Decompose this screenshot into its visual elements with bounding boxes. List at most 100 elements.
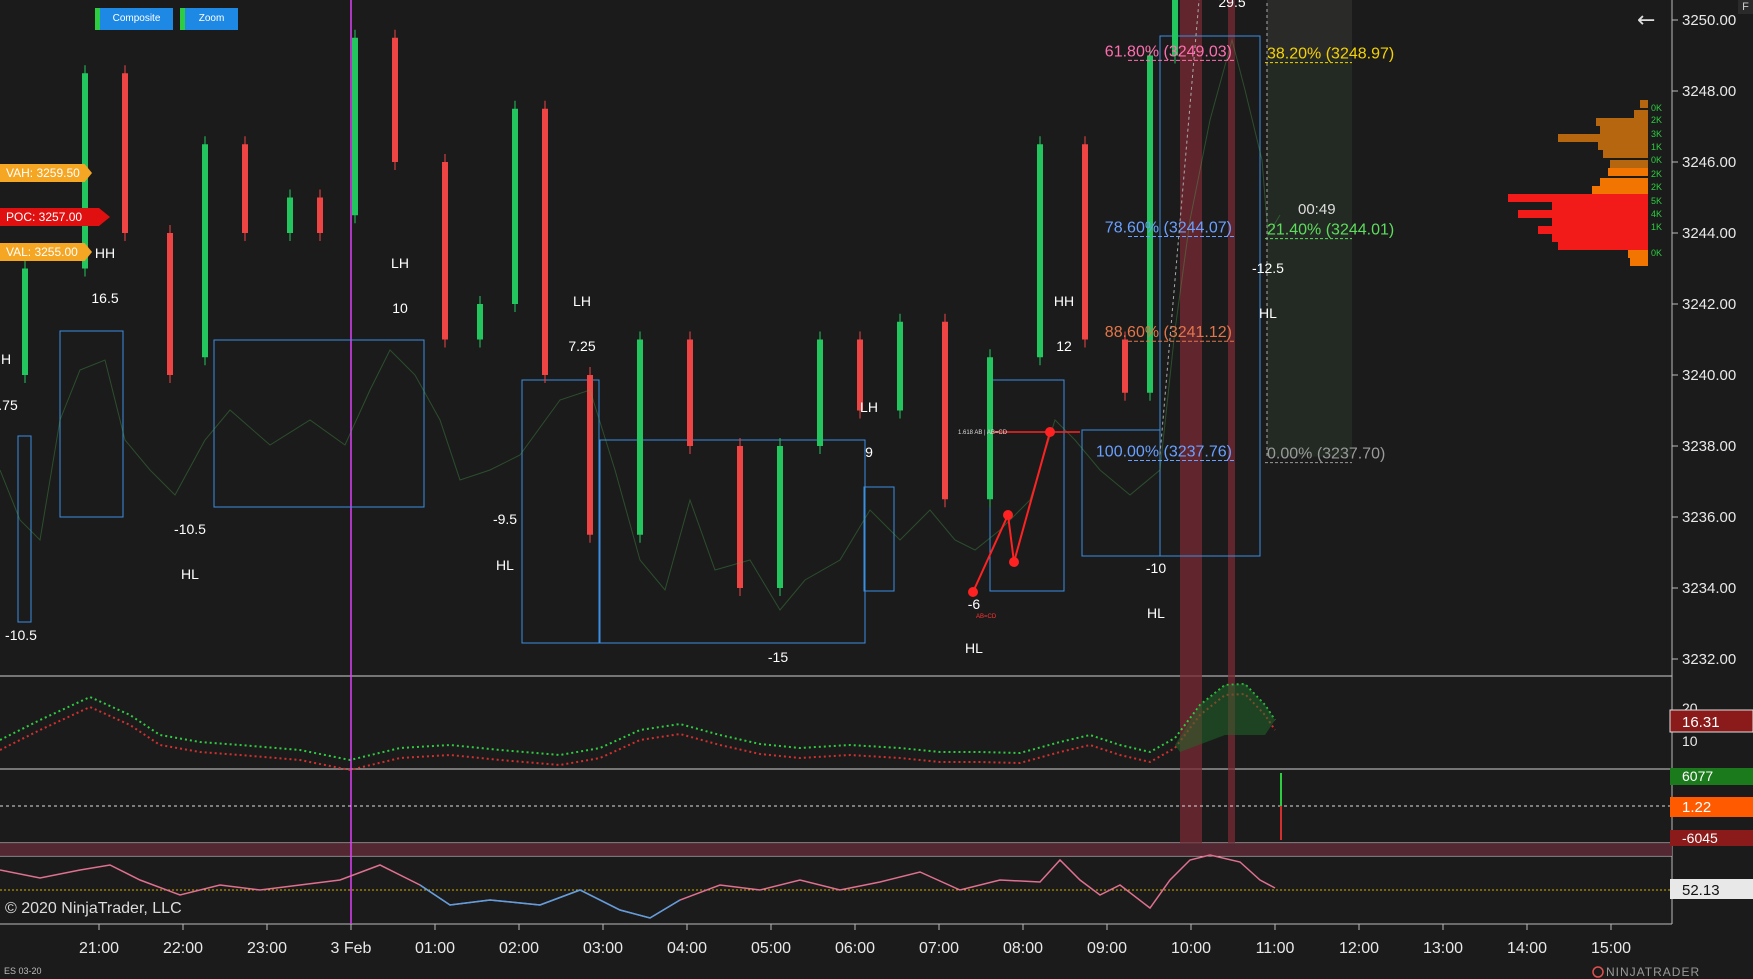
- price-axis-label: 3240.00: [1682, 367, 1736, 384]
- candle-body: [1037, 144, 1043, 358]
- volume-profile-label: 0K: [1651, 103, 1662, 113]
- fib-left-label: 88.60% (3241.12): [1105, 324, 1232, 341]
- candle-body: [1082, 144, 1088, 340]
- swing-label: -15: [768, 649, 788, 665]
- float-toggle-icon[interactable]: F: [1738, 0, 1753, 14]
- brand-label: NINJATRADER: [1606, 965, 1700, 979]
- volume-profile-label: 2K: [1651, 115, 1662, 125]
- volume-profile-bar: [1608, 168, 1648, 176]
- osc-tick-bottom: 10: [1682, 733, 1698, 749]
- swing-label: -10.5: [174, 521, 206, 537]
- instrument-label: ES 03-20: [4, 966, 42, 976]
- val-tag: VAL: 3255.00: [0, 243, 92, 261]
- delta-pos-value: 6077: [1682, 768, 1713, 784]
- rsi-value: 52.13: [1682, 882, 1720, 899]
- candle-body: [202, 144, 208, 358]
- candle-body: [737, 446, 743, 588]
- swing-label: HH: [95, 245, 115, 261]
- swing-label: -10.5: [5, 627, 37, 643]
- osc-value: 16.31: [1682, 714, 1720, 731]
- volume-profile-label: 3K: [1651, 129, 1662, 139]
- volume-profile-bar: [1600, 178, 1648, 186]
- time-axis-label: 3 Feb: [331, 940, 372, 957]
- volume-profile-bar: [1628, 250, 1648, 258]
- candle-body: [897, 321, 903, 411]
- fib-left-label: 61.80% (3249.03): [1105, 43, 1232, 60]
- candle-body: [942, 321, 948, 500]
- abcd-point: [1009, 557, 1019, 567]
- delta-neg-value: -6045: [1682, 830, 1718, 846]
- trading-chart[interactable]: 0.00% (3267.27)11.50% (3263.87)38.20% (3…: [0, 0, 1753, 979]
- price-axis-label: 3242.00: [1682, 296, 1736, 313]
- swing-label: 16.5: [91, 290, 118, 306]
- volume-profile-label: 2K: [1651, 182, 1662, 192]
- swing-label: -6: [968, 596, 981, 612]
- delta-ratio-value: 1.22: [1682, 799, 1711, 816]
- candle-body: [817, 339, 823, 446]
- composite-button[interactable]: Composite: [95, 8, 173, 30]
- fib-zone-lower: [1267, 56, 1352, 457]
- time-axis-label: 06:00: [835, 940, 875, 957]
- back-arrow-icon[interactable]: ←: [1637, 8, 1655, 33]
- swing-label: HH: [1054, 293, 1074, 309]
- time-axis-label: 09:00: [1087, 940, 1127, 957]
- volume-profile-bar: [1508, 194, 1648, 202]
- price-axis-label: 3236.00: [1682, 509, 1736, 526]
- time-axis-label: 10:00: [1171, 940, 1211, 957]
- volume-profile-bar: [1634, 110, 1648, 118]
- swing-label: -12.5: [1252, 260, 1284, 276]
- swing-label: HL: [1147, 605, 1165, 621]
- swing-label: HL: [181, 566, 199, 582]
- candle-body: [542, 108, 548, 375]
- chart-background: [0, 0, 1753, 979]
- price-axis-label: 3246.00: [1682, 154, 1736, 171]
- copyright-text: © 2020 NinjaTrader, LLC: [5, 900, 182, 917]
- time-axis-label: 03:00: [583, 940, 623, 957]
- abcd-sub-label: AB=CD: [976, 614, 997, 620]
- time-axis-label: 01:00: [415, 940, 455, 957]
- candle-body: [242, 144, 248, 233]
- time-axis-label: 07:00: [919, 940, 959, 957]
- poc-tag: POC: 3257.00: [0, 208, 110, 226]
- volume-profile-bar: [1603, 150, 1648, 158]
- time-axis-label: 12:00: [1339, 940, 1379, 957]
- candle-body: [442, 162, 448, 340]
- candle-body: [987, 357, 993, 500]
- swing-label: -9.5: [493, 511, 517, 527]
- swing-label: HL: [1259, 305, 1277, 321]
- volume-profile-bar: [1558, 134, 1648, 142]
- time-axis-label: 05:00: [751, 940, 791, 957]
- candle-body: [477, 304, 483, 340]
- volume-profile-bar: [1552, 234, 1648, 242]
- zoom-button[interactable]: Zoom: [180, 8, 238, 30]
- swing-label: HL: [965, 640, 983, 656]
- time-axis-label: 14:00: [1507, 940, 1547, 957]
- time-axis-label: 11:00: [1256, 940, 1295, 957]
- candle-body: [287, 197, 293, 233]
- price-axis-label: 3238.00: [1682, 438, 1736, 455]
- time-axis-label: 04:00: [667, 940, 707, 957]
- volume-profile-bar: [1600, 126, 1648, 134]
- bar-countdown: 00:49: [1298, 201, 1336, 218]
- price-axis-label: 3244.00: [1682, 225, 1736, 242]
- volume-profile-bar: [1596, 118, 1648, 126]
- fib-right-label: 0.00% (3237.70): [1267, 446, 1385, 463]
- fib-right-label: 38.20% (3248.97): [1267, 46, 1394, 63]
- volume-profile-bar: [1640, 100, 1648, 108]
- volume-profile-bar: [1558, 242, 1648, 250]
- swing-label: .75: [0, 397, 18, 413]
- volume-profile-label: 5K: [1651, 196, 1662, 206]
- time-axis-label: 08:00: [1003, 940, 1043, 957]
- swing-label: 7.25: [568, 338, 595, 354]
- candle-body: [122, 73, 128, 233]
- price-axis-label: 3232.00: [1682, 651, 1736, 668]
- price-axis-label: 3250.00: [1682, 12, 1736, 29]
- swing-label: LH: [573, 293, 591, 309]
- swing-label: HL: [496, 557, 514, 573]
- volume-profile-bar: [1598, 142, 1648, 150]
- volume-profile-bar: [1518, 210, 1648, 218]
- volume-profile-bar: [1552, 202, 1648, 210]
- swing-label: 9: [865, 444, 873, 460]
- swing-label: LH: [391, 255, 409, 271]
- swing-label: 10: [392, 300, 408, 316]
